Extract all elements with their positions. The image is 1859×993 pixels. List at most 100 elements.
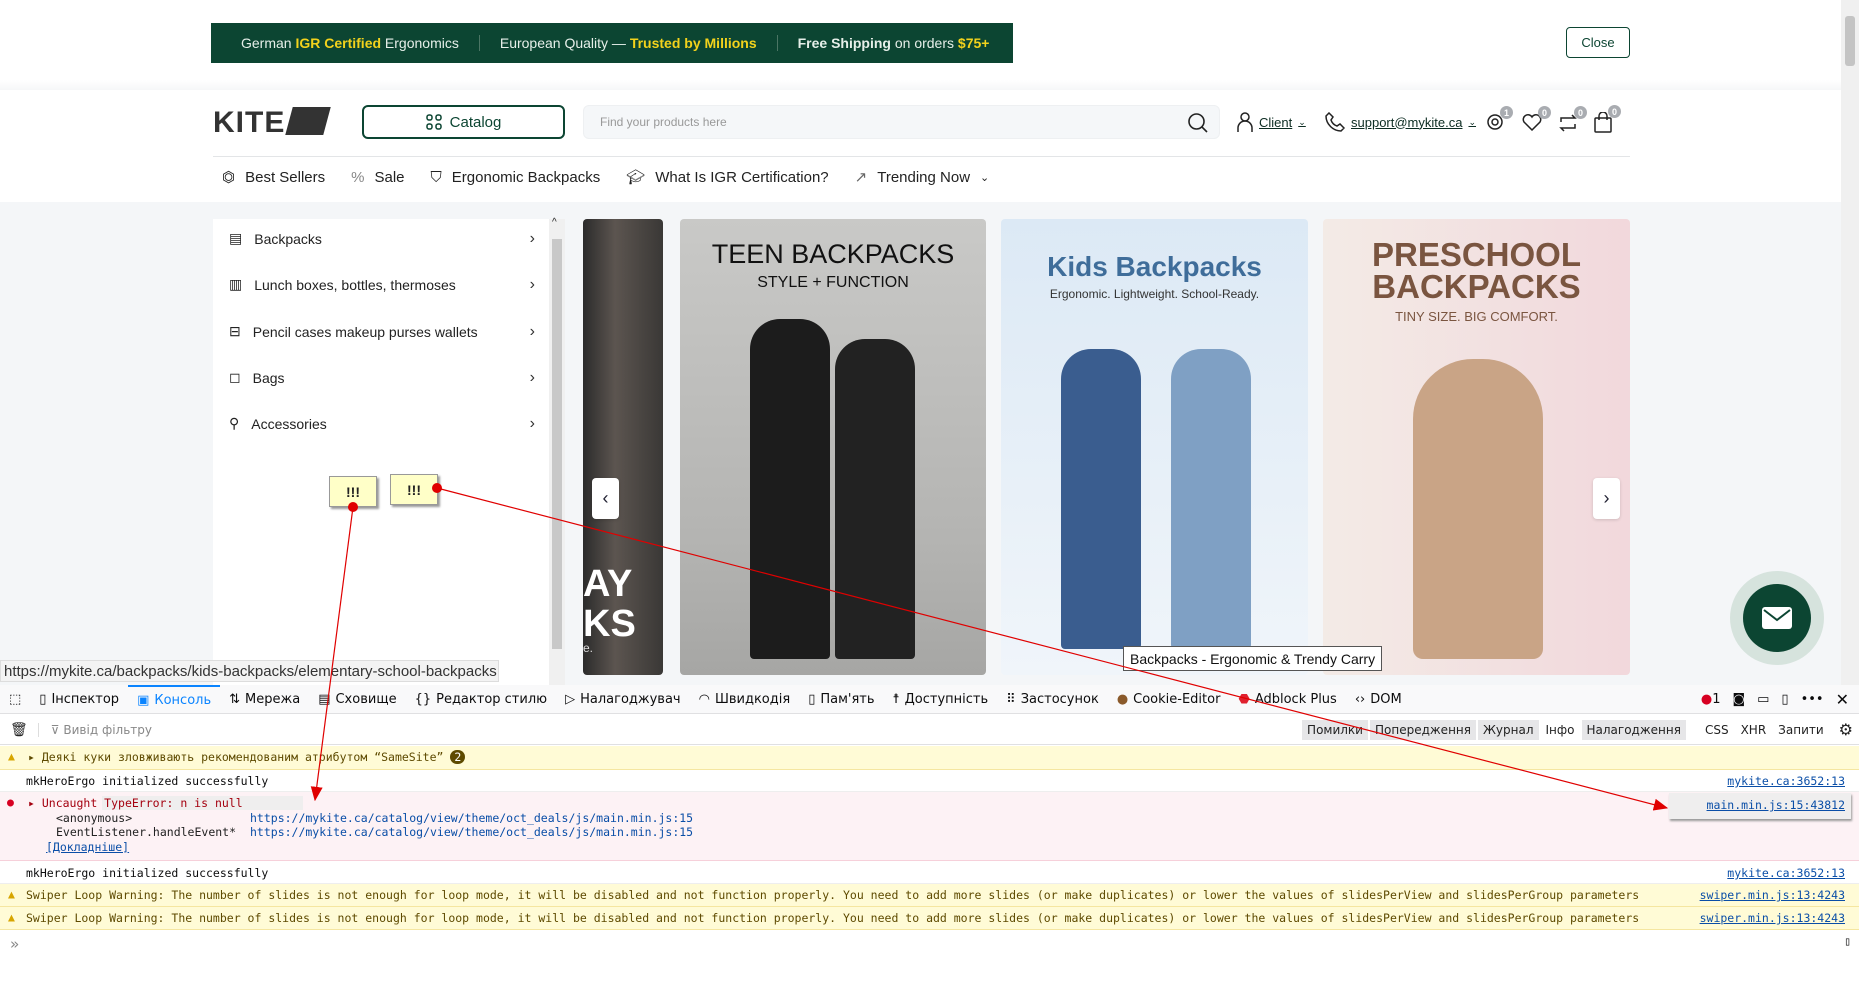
trending-icon: ↗ — [854, 169, 868, 186]
slide-preschool-backpacks[interactable]: PRESCHOOL BACKPACKS TINY SIZE. BIG COMFOR… — [1323, 219, 1630, 675]
search-icon[interactable] — [1187, 112, 1209, 134]
phone-icon — [1325, 112, 1345, 132]
menu-item-lunch-boxes[interactable]: ▥ Lunch boxes, bottles, thermoses › — [229, 276, 535, 293]
page-scrollbar[interactable] — [1841, 0, 1859, 685]
trash-icon[interactable]: 🗑︎ — [0, 722, 38, 738]
console-filter-bar: 🗑︎ ⊽ Вивід фільтру Помилки Попередження … — [0, 715, 1859, 745]
model-image — [1061, 349, 1141, 649]
console-input[interactable]: » ▯ — [0, 931, 1859, 956]
menu-item-accessories[interactable]: ⚲ Accessories › — [229, 415, 535, 432]
slide-teen-backpacks[interactable]: TEEN BACKPACKS STYLE + FUNCTION — [680, 219, 986, 675]
promo-banner: German IGR Certified Ergonomics European… — [211, 23, 1013, 63]
source-link[interactable]: mykite.ca:3652:13 — [1727, 866, 1845, 880]
viewed-count: 1 — [1500, 106, 1513, 119]
nav-igr-certification[interactable]: 🎓︎ What Is IGR Certification? — [626, 168, 828, 187]
grid-icon — [425, 114, 442, 130]
contact-button[interactable] — [1730, 571, 1824, 665]
close-icon[interactable]: ✕ — [1836, 690, 1849, 709]
compare-button[interactable]: 0 — [1558, 106, 1587, 138]
hover-tooltip: Backpacks - Ergonomic & Trendy Carry — [1123, 646, 1383, 671]
split-console-icon[interactable]: ▯ — [1844, 934, 1851, 948]
menu-item-backpacks[interactable]: ▤ Backpacks › — [229, 230, 535, 247]
user-icon — [1237, 112, 1253, 132]
devtools-toolbar: ⬚ ▯ Інспектор ▣ Консоль ⇅ Мережа ▤ Схови… — [0, 684, 1859, 714]
percent-icon: % — [351, 168, 365, 186]
chevron-right-icon: › — [529, 229, 535, 247]
filter-warnings[interactable]: Попередження — [1369, 719, 1476, 740]
console-row-error[interactable]: ● ▸ Uncaught TypeError: n is null <anony… — [0, 792, 1859, 861]
tab-debugger[interactable]: ▷ Налагоджувач — [556, 685, 690, 714]
nav-ergonomic-backpacks[interactable]: ⛉ Ergonomic Backpacks — [431, 169, 601, 186]
kite-logo[interactable]: KITE — [213, 106, 332, 140]
menu-item-pencil-cases[interactable]: ⊟ Pencil cases makeup purses wallets › — [229, 323, 535, 340]
error-count[interactable]: ●1 — [1701, 692, 1721, 707]
viewed-button[interactable]: 1 — [1486, 106, 1513, 136]
filter-input[interactable]: ⊽ Вивід фільтру — [37, 722, 152, 737]
source-link[interactable]: swiper.min.js:13:4243 — [1700, 911, 1845, 925]
stack-link[interactable]: https://mykite.ca/catalog/view/theme/oct… — [250, 811, 693, 825]
nav-sale[interactable]: % Sale — [351, 169, 404, 186]
console-row-samesite[interactable]: ▲ ▸ Деякі куки зловживають рекомендовани… — [0, 746, 1859, 770]
nav-best-sellers[interactable]: ⏣ Best Sellers — [222, 168, 325, 187]
annotation-note: !!! — [329, 476, 377, 507]
bag-icon: ◻ — [229, 369, 241, 385]
lunchbox-icon: ▥ — [229, 276, 243, 292]
source-link[interactable]: swiper.min.js:13:4243 — [1700, 888, 1845, 902]
support-email-menu[interactable]: support@mykite.ca ⌄ — [1325, 112, 1476, 132]
shield-icon: ⛉ — [430, 168, 442, 186]
pencil-case-icon: ⊟ — [229, 323, 241, 339]
tab-style-editor[interactable]: {} Редактор стилю — [406, 685, 557, 714]
source-link[interactable]: main.min.js:15:43812 — [1707, 798, 1845, 812]
filter-debug[interactable]: Налагодження — [1581, 719, 1686, 740]
filter-logs[interactable]: Журнал — [1477, 719, 1539, 740]
abp-icon: ⬣ — [1238, 691, 1250, 707]
tab-dom[interactable]: ‹› DOM — [1346, 685, 1411, 714]
catalog-button[interactable]: Catalog — [362, 105, 565, 139]
filter-requests[interactable]: Запити — [1773, 720, 1828, 740]
tab-inspector[interactable]: ▯ Інспектор — [30, 685, 128, 714]
chevron-right-icon: › — [529, 414, 535, 432]
slider-next-button[interactable]: › — [1593, 478, 1620, 519]
menu-scrollbar[interactable]: ^ — [549, 217, 565, 685]
tab-memory[interactable]: ▯ Пам'ять — [799, 685, 883, 714]
slider-prev-button[interactable]: ‹ — [592, 478, 619, 519]
menu-item-bags[interactable]: ◻ Bags › — [229, 369, 535, 386]
tab-network[interactable]: ⇅ Мережа — [220, 685, 309, 714]
nav-trending-now[interactable]: ↗ Trending Now ⌄ — [854, 168, 990, 187]
console-row-warning: ▲ Swiper Loop Warning: The number of sli… — [0, 907, 1859, 930]
cart-button[interactable]: 0 — [1594, 105, 1621, 138]
more-details-link[interactable]: [Докладніше] — [46, 840, 129, 854]
tab-application[interactable]: ⠿ Застосунок — [997, 685, 1108, 714]
search-input[interactable]: Find your products here — [583, 105, 1220, 139]
status-url: https://mykite.ca/backpacks/kids-backpac… — [0, 660, 499, 682]
key-icon: ⚲ — [229, 415, 240, 431]
tab-adblock-plus[interactable]: ⬣ Adblock Plus — [1229, 685, 1345, 714]
slide-partial[interactable]: AY KS e. — [583, 219, 663, 675]
filter-info[interactable]: Інфо — [1541, 720, 1580, 740]
filter-css[interactable]: CSS — [1700, 720, 1734, 740]
chevron-right-icon: › — [529, 368, 535, 386]
more-icon[interactable]: ••• — [1801, 692, 1824, 707]
source-link[interactable]: mykite.ca:3652:13 — [1727, 774, 1845, 788]
chevron-down-icon: ⌄ — [980, 171, 990, 184]
chevron-left-icon: ‹ — [602, 488, 609, 508]
chevron-right-icon: › — [529, 322, 535, 340]
element-picker-icon[interactable]: ⬚ — [0, 685, 30, 714]
tab-console[interactable]: ▣ Консоль — [128, 684, 221, 714]
screenshot-icon[interactable]: ◙ — [1733, 692, 1746, 707]
filter-errors[interactable]: Помилки — [1302, 719, 1368, 740]
tab-accessibility[interactable]: ☨ Доступність — [884, 685, 998, 714]
tab-storage[interactable]: ▤ Сховище — [309, 685, 405, 714]
tab-performance[interactable]: ◠ Швидкодія — [690, 685, 800, 714]
medal-icon: ⏣ — [222, 169, 236, 186]
tab-cookie-editor[interactable]: ● Cookie-Editor — [1108, 685, 1230, 714]
close-promo-button[interactable]: Close — [1566, 27, 1630, 58]
responsive-icon[interactable]: ▯ — [1781, 692, 1788, 707]
wishlist-button[interactable]: 0 — [1522, 106, 1551, 136]
filter-xhr[interactable]: XHR — [1736, 720, 1772, 740]
client-menu[interactable]: Client ⌄ — [1237, 112, 1306, 132]
slide-kids-backpacks[interactable]: Kids Backpacks Ergonomic. Lightweight. S… — [1001, 219, 1308, 675]
ruler-icon[interactable]: ▭ — [1757, 692, 1769, 707]
settings-icon[interactable]: ⚙ — [1839, 720, 1853, 739]
stack-link[interactable]: https://mykite.ca/catalog/view/theme/oct… — [250, 825, 693, 839]
